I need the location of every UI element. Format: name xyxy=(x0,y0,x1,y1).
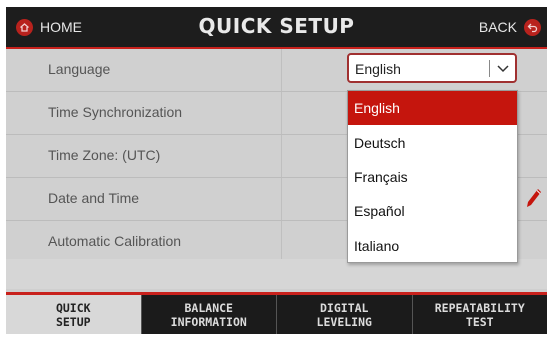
setting-label: Language xyxy=(48,61,111,77)
row-divider xyxy=(281,178,282,220)
language-option[interactable]: Deutsch xyxy=(348,125,517,159)
pencil-icon[interactable] xyxy=(525,187,543,213)
language-option[interactable]: Español xyxy=(348,194,517,228)
back-button[interactable]: BACK xyxy=(479,15,541,39)
quick-setup-screen: HOME QUICK SETUP BACK Language English T… xyxy=(6,7,547,334)
tab-quick-setup[interactable]: QUICK SETUP xyxy=(6,295,141,334)
language-option[interactable]: English xyxy=(348,91,517,126)
setting-label: Time Synchronization xyxy=(48,104,183,120)
setting-label: Time Zone: (UTC) xyxy=(48,147,161,163)
language-dropdown-menu: English Deutsch Français Español Italian… xyxy=(347,90,518,263)
setting-label: Date and Time xyxy=(48,190,140,206)
chevron-down-icon xyxy=(496,60,510,80)
tab-digital-leveling[interactable]: DIGITAL LEVELING xyxy=(276,295,412,334)
select-separator xyxy=(489,60,490,77)
tab-balance-information[interactable]: BALANCE INFORMATION xyxy=(140,295,277,334)
page-title: QUICK SETUP xyxy=(198,14,355,38)
row-divider xyxy=(281,135,282,177)
row-divider xyxy=(281,92,282,134)
language-option[interactable]: Français xyxy=(348,160,517,194)
setting-label: Automatic Calibration xyxy=(48,233,182,249)
setting-row-language: Language English xyxy=(6,49,547,92)
bottom-tab-bar: QUICK SETUP BALANCE INFORMATION DIGITAL … xyxy=(6,292,547,334)
empty-row xyxy=(6,259,547,289)
language-option[interactable]: Italiano xyxy=(348,229,517,263)
language-select-value: English xyxy=(355,61,401,77)
row-divider xyxy=(281,49,282,91)
tab-repeatability-test[interactable]: REPEATABILITY TEST xyxy=(411,295,548,334)
row-divider xyxy=(281,221,282,263)
back-label: BACK xyxy=(478,19,517,35)
header-bar: HOME QUICK SETUP BACK xyxy=(6,7,547,49)
language-select[interactable]: English xyxy=(347,53,517,83)
back-arrow-icon xyxy=(524,18,541,36)
